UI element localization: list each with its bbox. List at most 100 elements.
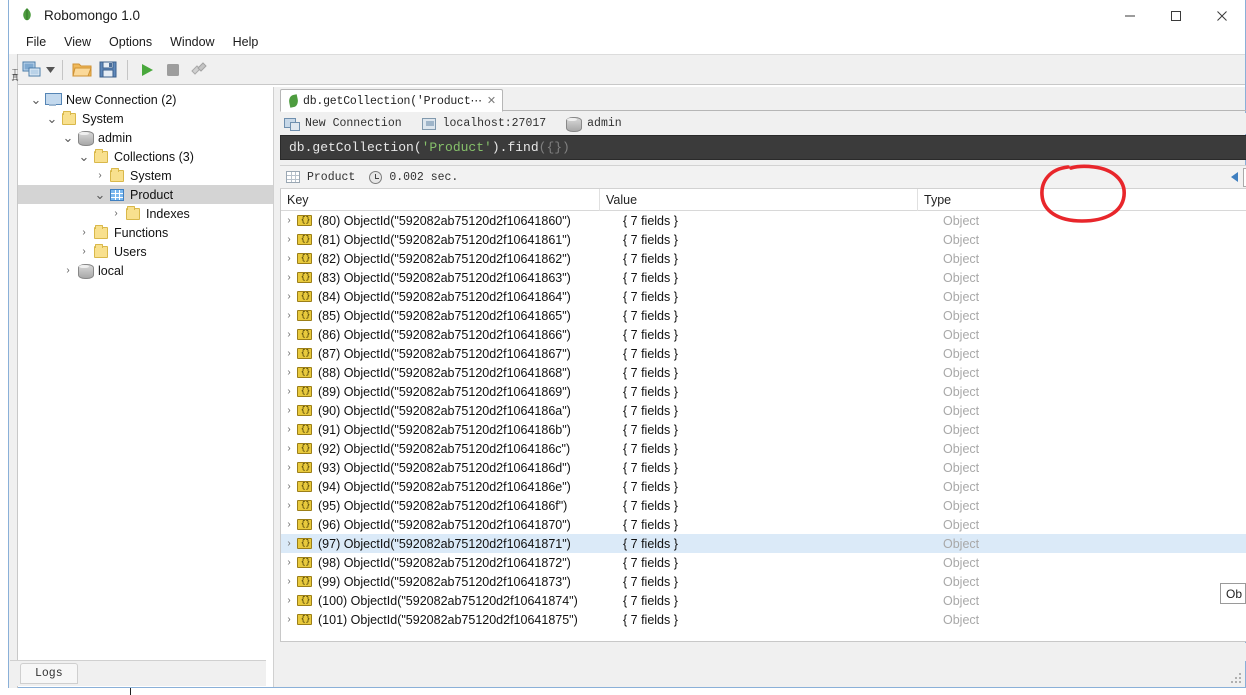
table-row[interactable]: › (95) ObjectId("592082ab75120d2f1064186f…	[281, 496, 1246, 515]
table-row[interactable]: › (87) ObjectId("592082ab75120d2f10641867…	[281, 344, 1246, 363]
table-row[interactable]: › (96) ObjectId("592082ab75120d2f10641870…	[281, 515, 1246, 534]
sidebar-item-collections-3[interactable]: ⌄ Collections (3)	[18, 147, 273, 166]
sidebar-item-indexes[interactable]: › Indexes	[18, 204, 273, 223]
chevron-down-icon[interactable]: ⌄	[76, 149, 92, 165]
connection-name-item[interactable]: New Connection	[284, 117, 402, 131]
window-controls	[1107, 0, 1245, 31]
resize-grip[interactable]	[1231, 673, 1243, 685]
chevron-right-icon[interactable]: ›	[281, 595, 297, 606]
table-row[interactable]: › (93) ObjectId("592082ab75120d2f1064186d…	[281, 458, 1246, 477]
column-header-key[interactable]: Key	[281, 189, 599, 211]
chevron-right-icon[interactable]: ›	[281, 481, 297, 492]
menu-file[interactable]: File	[17, 33, 55, 51]
sidebar-item-functions[interactable]: › Functions	[18, 223, 273, 242]
chevron-right-icon[interactable]: ›	[281, 443, 297, 454]
chevron-right-icon[interactable]: ›	[76, 225, 92, 241]
sidebar-item-users[interactable]: › Users	[18, 242, 273, 261]
chevron-right-icon[interactable]: ›	[281, 272, 297, 283]
table-row[interactable]: › (98) ObjectId("592082ab75120d2f10641872…	[281, 553, 1246, 572]
host-item[interactable]: localhost:27017	[421, 117, 546, 130]
sidebar-item-system[interactable]: › System	[18, 166, 273, 185]
chevron-right-icon[interactable]: ›	[92, 168, 108, 184]
table-row[interactable]: › (80) ObjectId("592082ab75120d2f10641860…	[281, 211, 1246, 230]
sidebar-item-new-connection-2[interactable]: ⌄ New Connection (2)	[18, 90, 273, 109]
prev-page-button[interactable]	[1225, 167, 1243, 187]
menu-window[interactable]: Window	[161, 33, 223, 51]
sidebar-item-label: Collections (3)	[114, 149, 194, 164]
chevron-right-icon[interactable]: ›	[281, 367, 297, 378]
table-row[interactable]: › (88) ObjectId("592082ab75120d2f10641868…	[281, 363, 1246, 382]
chevron-right-icon[interactable]: ›	[281, 500, 297, 511]
chevron-down-icon[interactable]	[45, 57, 56, 83]
main-window: Robomongo 1.0 File View Options Window H…	[8, 0, 1246, 688]
sidebar-item-system[interactable]: ⌄ System	[18, 109, 273, 128]
chevron-right-icon[interactable]: ›	[281, 519, 297, 530]
logs-tab[interactable]: Logs	[20, 663, 78, 684]
table-row[interactable]: › (90) ObjectId("592082ab75120d2f1064186a…	[281, 401, 1246, 420]
chevron-right-icon[interactable]: ›	[281, 386, 297, 397]
chevron-down-icon[interactable]: ⌄	[44, 111, 60, 127]
table-row[interactable]: › (94) ObjectId("592082ab75120d2f1064186e…	[281, 477, 1246, 496]
chevron-right-icon[interactable]: ›	[281, 614, 297, 625]
menu-options[interactable]: Options	[100, 33, 161, 51]
chevron-right-icon[interactable]: ›	[281, 253, 297, 264]
chevron-down-icon[interactable]: ⌄	[92, 187, 108, 203]
chevron-right-icon[interactable]: ›	[281, 348, 297, 359]
objectid-icon	[297, 384, 313, 399]
chevron-right-icon[interactable]: ›	[281, 576, 297, 587]
save-script-button[interactable]	[95, 57, 121, 83]
chevron-right-icon[interactable]: ›	[281, 291, 297, 302]
objectid-icon	[297, 555, 313, 570]
menu-view[interactable]: View	[55, 33, 100, 51]
table-row[interactable]: › (99) ObjectId("592082ab75120d2f10641873…	[281, 572, 1246, 591]
sidebar-item-admin[interactable]: ⌄ admin	[18, 128, 273, 147]
column-header-type[interactable]: Type	[917, 189, 1037, 211]
explain-button[interactable]	[186, 57, 212, 83]
table-row[interactable]: › (91) ObjectId("592082ab75120d2f1064186b…	[281, 420, 1246, 439]
table-row[interactable]: › (81) ObjectId("592082ab75120d2f10641861…	[281, 230, 1246, 249]
chevron-right-icon[interactable]: ›	[281, 310, 297, 321]
open-script-button[interactable]	[69, 57, 95, 83]
table-row[interactable]: › (101) ObjectId("592082ab75120d2f1064187…	[281, 610, 1246, 629]
chevron-right-icon[interactable]: ›	[281, 462, 297, 473]
sidebar-item-local[interactable]: › local	[18, 261, 273, 280]
chevron-right-icon[interactable]: ›	[76, 244, 92, 260]
connect-button[interactable]	[19, 57, 45, 83]
table-row[interactable]: › (92) ObjectId("592082ab75120d2f1064186c…	[281, 439, 1246, 458]
chevron-right-icon[interactable]: ›	[281, 557, 297, 568]
object-panel-tab[interactable]: Ob	[1219, 583, 1246, 604]
column-header-value[interactable]: Value	[599, 189, 917, 211]
close-button[interactable]	[1199, 0, 1245, 31]
table-row[interactable]: › (100) ObjectId("592082ab75120d2f1064187…	[281, 591, 1246, 610]
chevron-down-icon[interactable]: ⌄	[60, 130, 76, 146]
chevron-right-icon[interactable]: ›	[281, 424, 297, 435]
chevron-right-icon[interactable]: ›	[108, 206, 124, 222]
chevron-right-icon[interactable]: ›	[281, 329, 297, 340]
table-row[interactable]: › (86) ObjectId("592082ab75120d2f10641866…	[281, 325, 1246, 344]
close-icon[interactable]: ✕	[487, 94, 496, 107]
table-row[interactable]: › (85) ObjectId("592082ab75120d2f10641865…	[281, 306, 1246, 325]
chevron-right-icon[interactable]: ›	[281, 538, 297, 549]
query-editor[interactable]: db.getCollection('Product').find({})	[280, 135, 1246, 160]
table-row[interactable]: › (84) ObjectId("592082ab75120d2f10641864…	[281, 287, 1246, 306]
sidebar-item-product[interactable]: ⌄ Product	[18, 185, 273, 204]
results-toolbar: Product 0.002 sec. 0 200	[280, 165, 1246, 189]
execute-button[interactable]	[134, 57, 160, 83]
tab-query-product[interactable]: db.getCollection('Product⋯ ✕	[280, 89, 504, 112]
table-row[interactable]: › (89) ObjectId("592082ab75120d2f10641869…	[281, 382, 1246, 401]
table-row[interactable]: › (83) ObjectId("592082ab75120d2f10641863…	[281, 268, 1246, 287]
maximize-button[interactable]	[1153, 0, 1199, 31]
chevron-right-icon[interactable]: ›	[281, 215, 297, 226]
table-row[interactable]: › (97) ObjectId("592082ab75120d2f10641871…	[281, 534, 1246, 553]
table-row[interactable]: › (82) ObjectId("592082ab75120d2f10641862…	[281, 249, 1246, 268]
chevron-down-icon[interactable]: ⌄	[28, 92, 44, 108]
chevron-right-icon[interactable]: ›	[281, 234, 297, 245]
menu-help[interactable]: Help	[224, 33, 268, 51]
title-bar: Robomongo 1.0	[9, 0, 1245, 31]
chevron-right-icon[interactable]: ›	[281, 405, 297, 416]
minimize-button[interactable]	[1107, 0, 1153, 31]
database-item[interactable]: admin	[566, 117, 622, 132]
chevron-right-icon[interactable]: ›	[60, 263, 76, 279]
stop-button[interactable]	[160, 57, 186, 83]
objectid-icon	[297, 365, 313, 380]
